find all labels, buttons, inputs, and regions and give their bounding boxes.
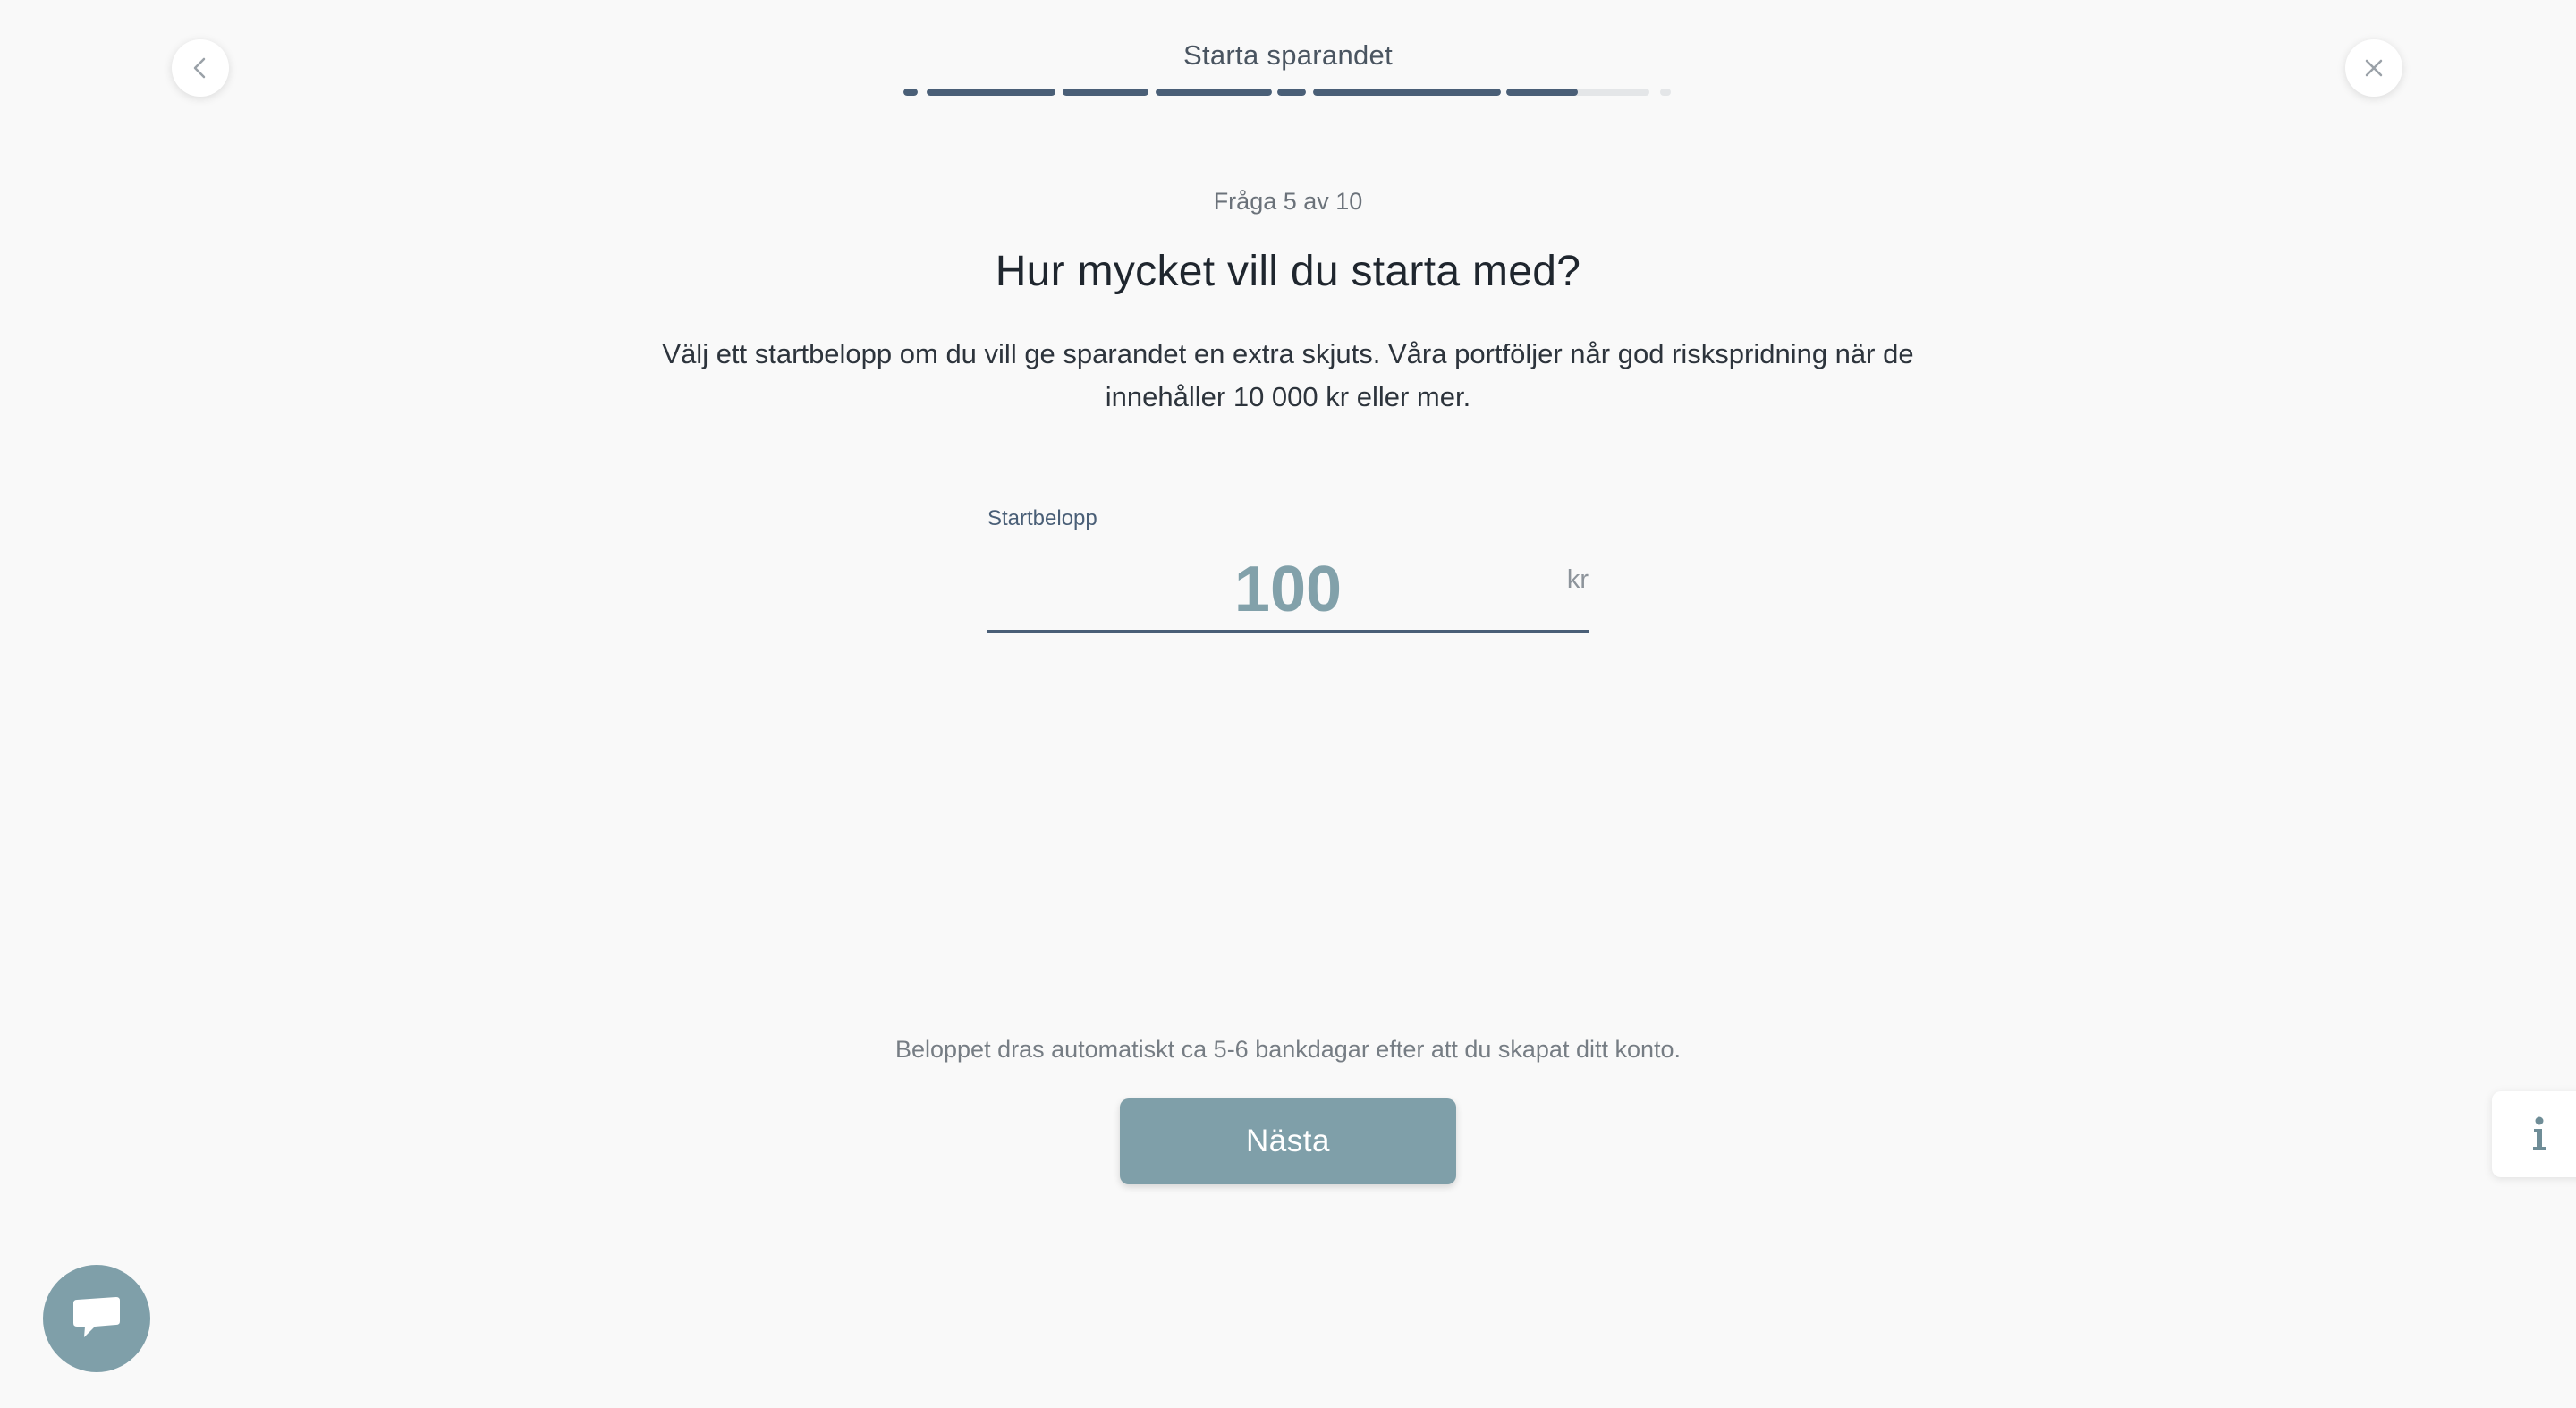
question-description: Välj ett startbelopp om du vill ge spara… bbox=[662, 338, 1914, 412]
info-button[interactable] bbox=[2492, 1091, 2576, 1177]
chat-button[interactable] bbox=[43, 1265, 150, 1372]
progress-segment bbox=[1313, 89, 1501, 96]
progress-segment-fill bbox=[1506, 89, 1578, 96]
header: Starta sparandet bbox=[0, 39, 2576, 72]
progress-bar bbox=[903, 89, 1671, 96]
amount-unit: kr bbox=[1566, 565, 1589, 594]
progress-segment-fill bbox=[1156, 89, 1272, 96]
progress-segment-fill bbox=[1313, 89, 1501, 96]
progress-segment bbox=[903, 89, 918, 96]
close-icon bbox=[2365, 59, 2383, 77]
amount-input[interactable] bbox=[987, 549, 1589, 630]
flow-title: Starta sparandet bbox=[1183, 39, 1393, 71]
progress-segment-fill bbox=[903, 89, 918, 96]
close-button[interactable] bbox=[2345, 39, 2402, 97]
progress-segment bbox=[1660, 89, 1671, 96]
amount-field: kr bbox=[987, 540, 1589, 633]
question-title: Hur mycket vill du starta med? bbox=[995, 248, 1581, 295]
progress-segment bbox=[1063, 89, 1148, 96]
progress-segment bbox=[1277, 89, 1306, 96]
progress-segment-fill bbox=[1063, 89, 1148, 96]
progress-segment bbox=[1506, 89, 1649, 96]
info-icon bbox=[2533, 1116, 2546, 1150]
amount-label: Startbelopp bbox=[987, 506, 1097, 530]
question-counter: Fråga 5 av 10 bbox=[1213, 188, 1363, 215]
debit-notice: Beloppet dras automatiskt ca 5-6 bankdag… bbox=[894, 1036, 1682, 1063]
progress-segment bbox=[927, 89, 1055, 96]
progress-segment-fill bbox=[1277, 89, 1306, 96]
progress-segment-fill bbox=[927, 89, 1055, 96]
next-button[interactable]: Nästa bbox=[1120, 1098, 1456, 1184]
progress-segment bbox=[1156, 89, 1272, 96]
chat-icon bbox=[73, 1297, 120, 1337]
